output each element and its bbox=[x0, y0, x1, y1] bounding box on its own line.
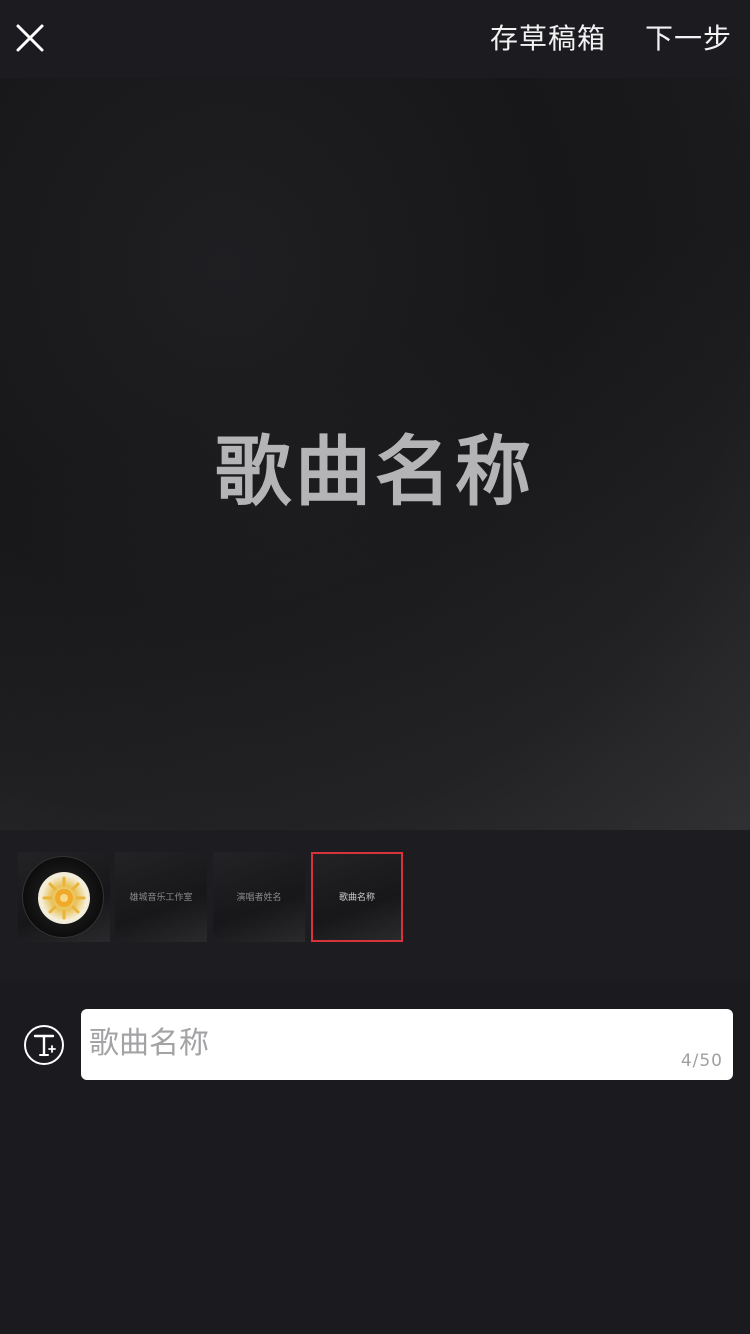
text-style-button[interactable] bbox=[22, 1023, 66, 1067]
slide-thumbnail-strip: 雄城音乐工作室 演唱者姓名 歌曲名称 bbox=[0, 830, 750, 980]
music-disc-icon bbox=[22, 856, 104, 938]
video-preview[interactable]: 歌曲名称 bbox=[0, 78, 750, 830]
character-counter: 4/50 bbox=[680, 1051, 723, 1071]
slide-thumbnail-song-title-selected[interactable]: 歌曲名称 bbox=[311, 852, 403, 942]
thumbnail-label: 歌曲名称 bbox=[338, 893, 375, 903]
close-icon bbox=[16, 24, 44, 52]
thumbnail-label: 雄城音乐工作室 bbox=[129, 893, 193, 903]
slide-thumbnail-studio[interactable]: 雄城音乐工作室 bbox=[115, 852, 207, 942]
thumbnail-label: 演唱者姓名 bbox=[236, 893, 282, 903]
save-draft-button[interactable]: 存草稿箱 bbox=[490, 18, 606, 60]
text-add-icon bbox=[24, 1025, 64, 1065]
top-bar: 存草稿箱 下一步 bbox=[0, 0, 750, 78]
slide-thumbnail-cover[interactable] bbox=[18, 852, 110, 942]
slide-thumbnail-singer[interactable]: 演唱者姓名 bbox=[213, 852, 305, 942]
slide-text-input[interactable] bbox=[89, 1021, 649, 1065]
close-button[interactable] bbox=[8, 16, 52, 60]
preview-title-text: 歌曲名称 bbox=[215, 427, 535, 516]
next-step-button[interactable]: 下一步 bbox=[645, 18, 732, 60]
text-input-container: 4/50 bbox=[81, 1009, 733, 1080]
